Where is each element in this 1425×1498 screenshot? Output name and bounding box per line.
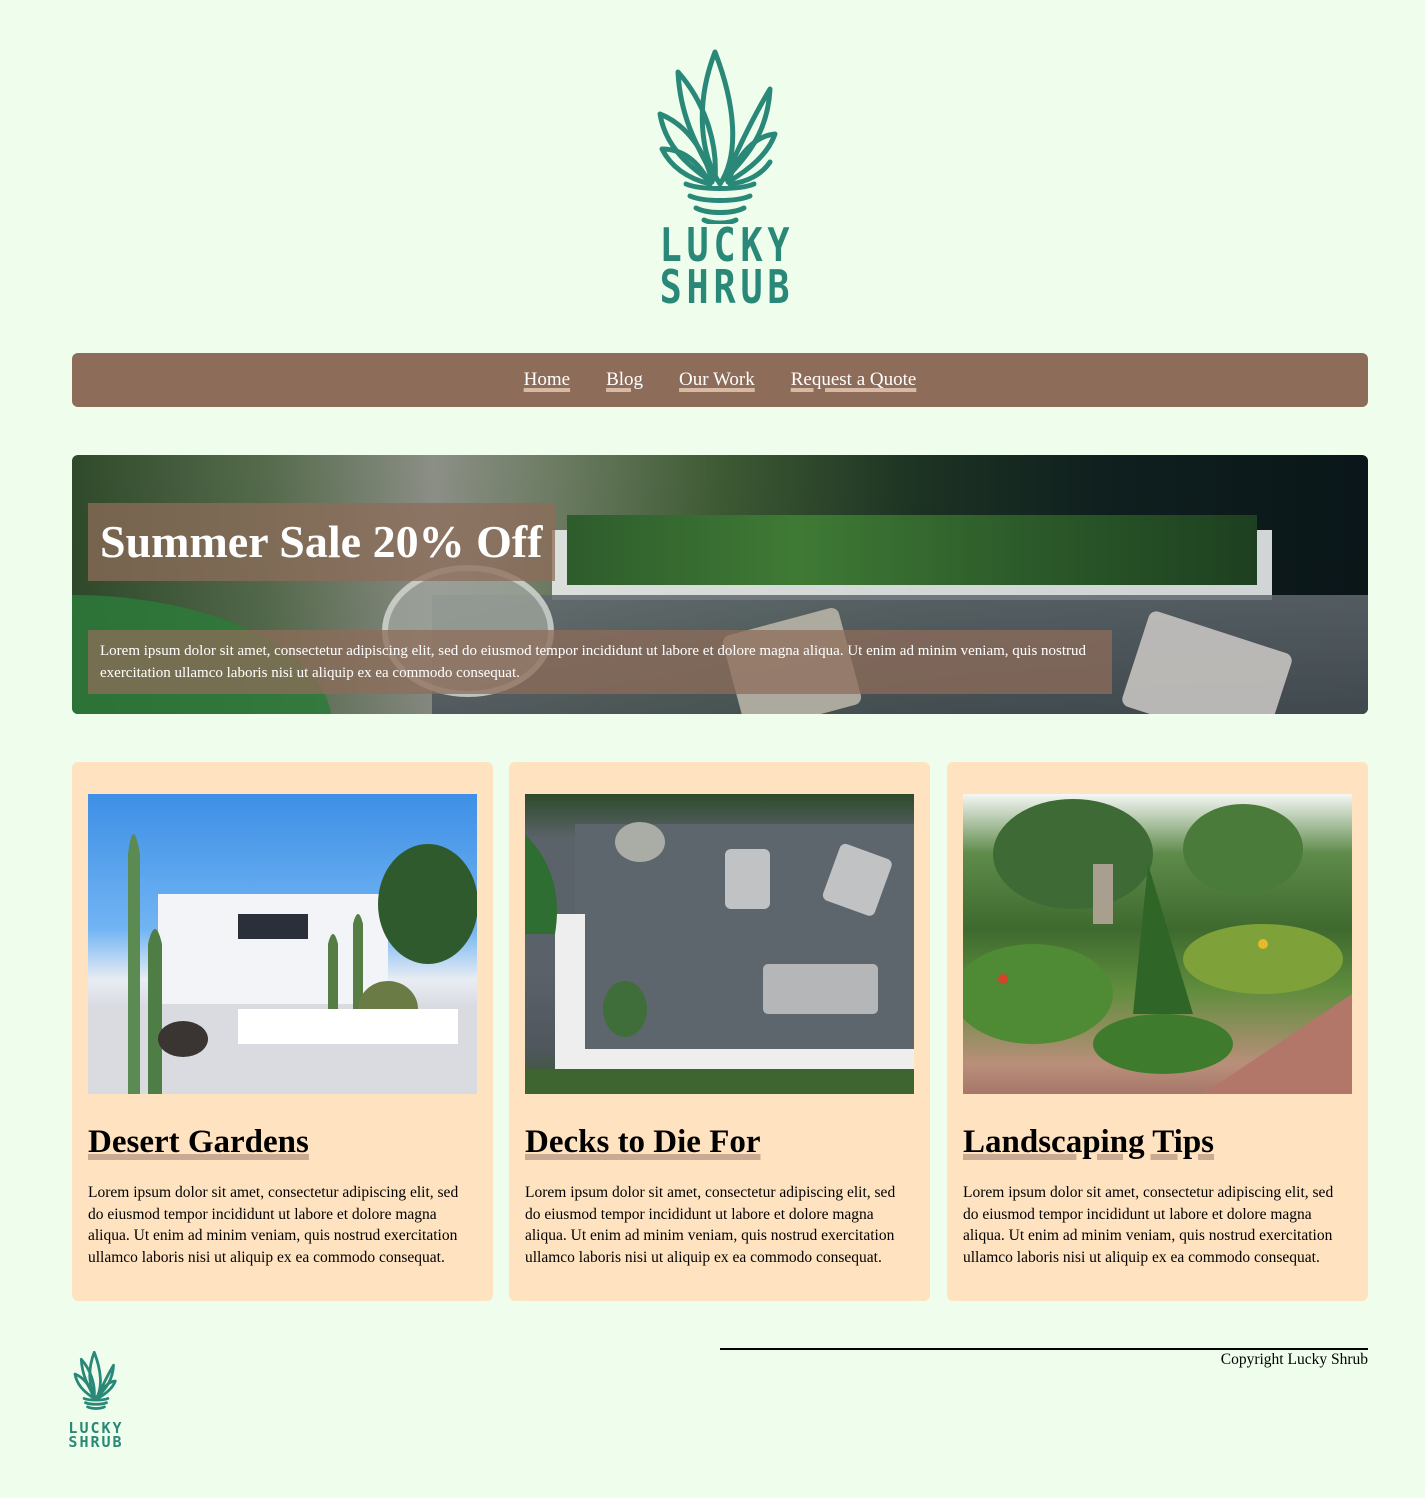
card-text: Lorem ipsum dolor sit amet, consectetur … [963, 1184, 1334, 1266]
brand-name-line2: SHRUB [659, 260, 795, 314]
footer-logo[interactable]: LUCKY SHRUB [68, 1346, 124, 1450]
card-desert-gardens: Desert Gardens Lorem ipsum dolor sit ame… [72, 762, 493, 1301]
hero-banner: Summer Sale 20% Off Lorem ipsum dolor si… [72, 455, 1368, 714]
copyright-text: Copyright Lucky Shrub [1220, 1351, 1368, 1368]
card-decks: Decks to Die For Lorem ipsum dolor sit a… [509, 762, 930, 1301]
nav-link-blog[interactable]: Blog [606, 369, 643, 391]
card-text: Lorem ipsum dolor sit amet, consectetur … [525, 1184, 896, 1266]
hero-photo-plants [567, 515, 1257, 585]
main-nav: Home Blog Our Work Request a Quote [72, 353, 1368, 407]
card-landscaping-tips: Landscaping Tips Lorem ipsum dolor sit a… [947, 762, 1368, 1301]
footer-divider [720, 1348, 1368, 1350]
nav-link-request-quote[interactable]: Request a Quote [791, 369, 917, 391]
hero-text: Lorem ipsum dolor sit amet, consectetur … [88, 630, 1112, 694]
site-logo[interactable]: LUCKY SHRUB [640, 44, 800, 314]
card-image-decks [525, 794, 914, 1094]
card-title[interactable]: Decks to Die For [525, 1120, 761, 1164]
card-image-landscaping [963, 794, 1352, 1094]
nav-link-our-work[interactable]: Our Work [679, 369, 755, 391]
shrub-icon [73, 1350, 117, 1410]
card-title[interactable]: Desert Gardens [88, 1120, 309, 1164]
shrub-icon [657, 49, 778, 224]
card-title[interactable]: Landscaping Tips [963, 1120, 1214, 1164]
hero-title: Summer Sale 20% Off [88, 503, 555, 581]
nav-link-home[interactable]: Home [524, 369, 570, 391]
footer-brand-line2: SHRUB [68, 1433, 124, 1451]
card-text: Lorem ipsum dolor sit amet, consectetur … [88, 1184, 459, 1266]
card-image-desert-gardens [88, 794, 477, 1094]
